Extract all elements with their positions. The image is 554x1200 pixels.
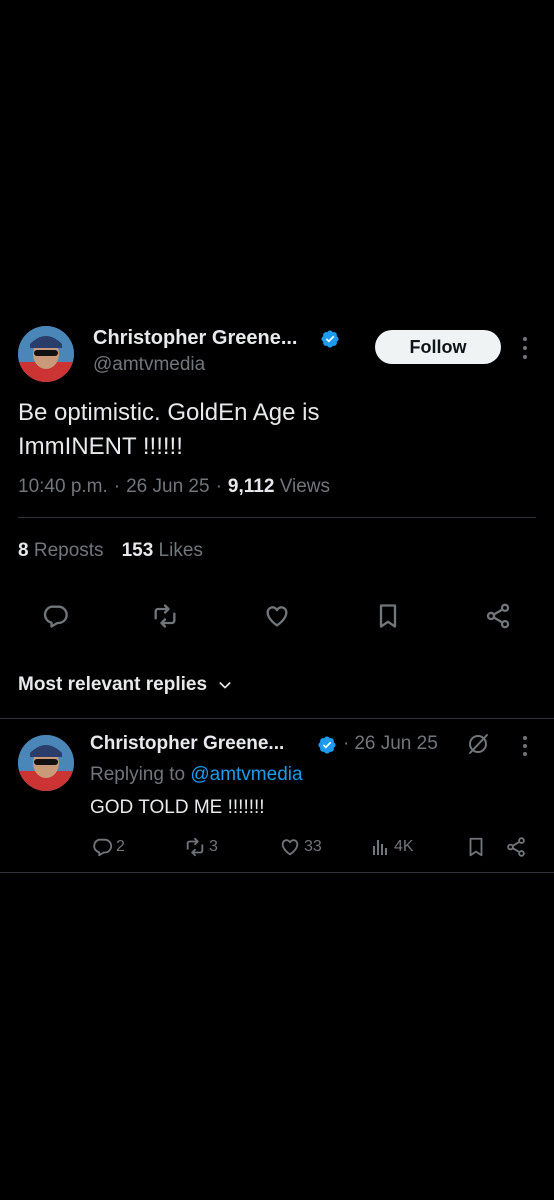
post-date[interactable]: 26 Jun 25 — [126, 476, 209, 498]
post-text-line2: ImmINENT !!!!!! — [18, 433, 183, 460]
bookmark-icon[interactable] — [465, 836, 487, 858]
repost-icon[interactable] — [151, 602, 179, 630]
replying-handle-link[interactable]: @amtvmedia — [190, 764, 302, 785]
reply-text: GOD TOLD ME !!!!!!! — [90, 797, 265, 818]
author-avatar[interactable] — [18, 326, 74, 382]
reposts-stat[interactable]: 8 Reposts — [18, 540, 104, 562]
reply-icon[interactable] — [41, 602, 69, 630]
reply-author-avatar[interactable] — [18, 735, 74, 791]
repost-icon — [186, 837, 204, 857]
reply-icon — [93, 838, 113, 857]
post-text: Be optimistic. GoldEn Age is ImmINENT !!… — [18, 396, 319, 464]
reply-meta: · 26 Jun 25 — [343, 733, 438, 755]
grok-icon[interactable] — [466, 732, 490, 756]
views-label: Views — [279, 476, 331, 497]
replying-prefix: Replying to — [90, 764, 186, 785]
reply-view-count: 4K — [394, 838, 414, 855]
post-time[interactable]: 10:40 p.m. — [18, 476, 108, 498]
verified-badge-icon — [321, 330, 339, 348]
replying-to: Replying to @amtvmedia — [90, 764, 303, 786]
author-name[interactable]: Christopher Greene... — [93, 327, 298, 350]
share-icon[interactable] — [505, 836, 527, 858]
more-icon[interactable] — [515, 337, 535, 359]
reply-like-button[interactable]: 33 — [279, 836, 322, 858]
reply-views-button[interactable]: 4K — [371, 836, 414, 858]
share-icon[interactable] — [484, 602, 512, 630]
reply-like-count: 33 — [304, 838, 322, 855]
likes-count: 153 — [121, 540, 154, 561]
divider — [18, 517, 536, 518]
post-text-line1: Be optimistic. GoldEn Age is — [18, 399, 320, 426]
reply-date[interactable]: 26 Jun 25 — [354, 733, 437, 755]
meta-separator: · — [343, 733, 350, 754]
chevron-down-icon — [219, 682, 231, 689]
reposts-count: 8 — [18, 540, 29, 561]
author-handle[interactable]: @amtvmedia — [93, 354, 205, 376]
replies-section-title: Most relevant replies — [18, 674, 208, 695]
likes-label: Likes — [158, 540, 203, 561]
reply-reply-button[interactable]: 2 — [91, 836, 125, 858]
meta-separator: · — [215, 476, 222, 497]
reply-repost-count: 3 — [209, 838, 218, 855]
bookmark-icon[interactable] — [374, 602, 402, 630]
replies-sort-dropdown[interactable]: Most relevant replies — [18, 674, 233, 696]
reply-reply-count: 2 — [116, 838, 125, 855]
likes-stat[interactable]: 153 Likes — [122, 540, 203, 562]
follow-button[interactable]: Follow — [375, 330, 501, 364]
views-icon — [373, 840, 387, 855]
like-icon — [281, 839, 299, 856]
divider — [0, 718, 554, 719]
like-icon[interactable] — [263, 602, 291, 630]
divider — [0, 872, 554, 873]
engagement-stats: 8 Reposts 153 Likes — [18, 540, 203, 562]
more-icon[interactable] — [515, 736, 535, 756]
verified-badge-icon — [318, 736, 336, 754]
views-count: 9,112 — [227, 476, 275, 497]
reply-author-name[interactable]: Christopher Greene... — [90, 733, 284, 755]
post-meta: 10:40 p.m. · 26 Jun 25 · 9,112 Views — [18, 476, 330, 498]
meta-separator: · — [113, 476, 121, 497]
reposts-label: Reposts — [33, 540, 104, 561]
reply-repost-button[interactable]: 3 — [184, 836, 218, 858]
